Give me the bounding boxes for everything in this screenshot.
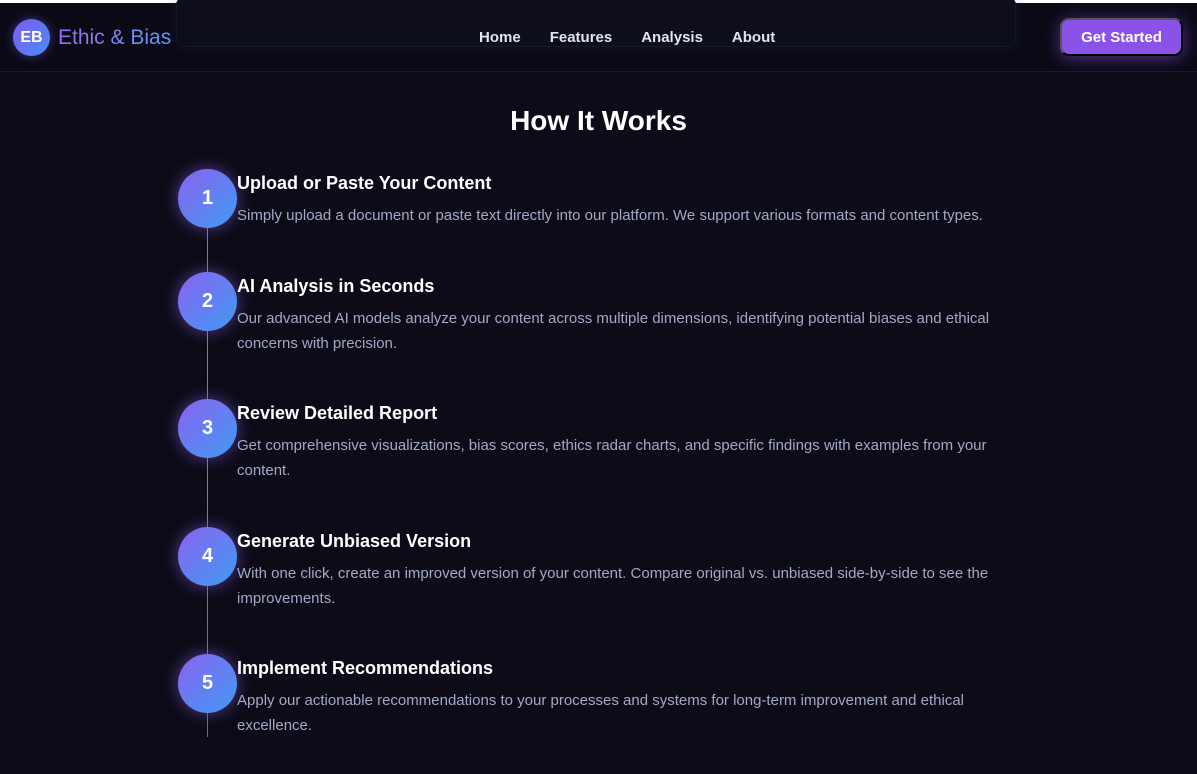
nav-features[interactable]: Features [550,29,613,46]
step-description: Get comprehensive visualizations, bias s… [237,437,987,479]
step-number-badge: 2 [178,272,237,331]
step-title: Review Detailed Report [237,403,438,423]
step-number-badge: 4 [178,527,237,586]
step-number-badge: 3 [178,399,237,458]
step-number-badge: 5 [178,654,237,713]
step-title: AI Analysis in Seconds [237,276,435,296]
get-started-button[interactable]: Get Started [1060,18,1183,56]
section-title: How It Works [510,105,687,136]
nav-analysis[interactable]: Analysis [641,29,703,46]
brand-name: Ethic & Bias [58,25,172,49]
step-description: Our advanced AI models analyze your cont… [237,310,990,352]
step-title: Generate Unbiased Version [237,531,472,551]
site-header: EB Ethic & Bias Home Features Analysis A… [0,0,1197,72]
logo-badge: EB [13,19,50,56]
step-title: Upload or Paste Your Content [237,173,492,193]
nav-about[interactable]: About [732,29,775,46]
step-description: Simply upload a document or paste text d… [237,207,983,224]
main-nav: Home Features Analysis About [479,29,775,46]
step-description: With one click, create an improved versi… [237,565,989,607]
brand-logo[interactable]: EB Ethic & Bias [13,19,171,56]
step-number-badge: 1 [178,169,237,228]
nav-home[interactable]: Home [479,29,521,46]
step-description: Apply our actionable recommendations to … [237,692,965,734]
step-title: Implement Recommendations [237,658,494,678]
